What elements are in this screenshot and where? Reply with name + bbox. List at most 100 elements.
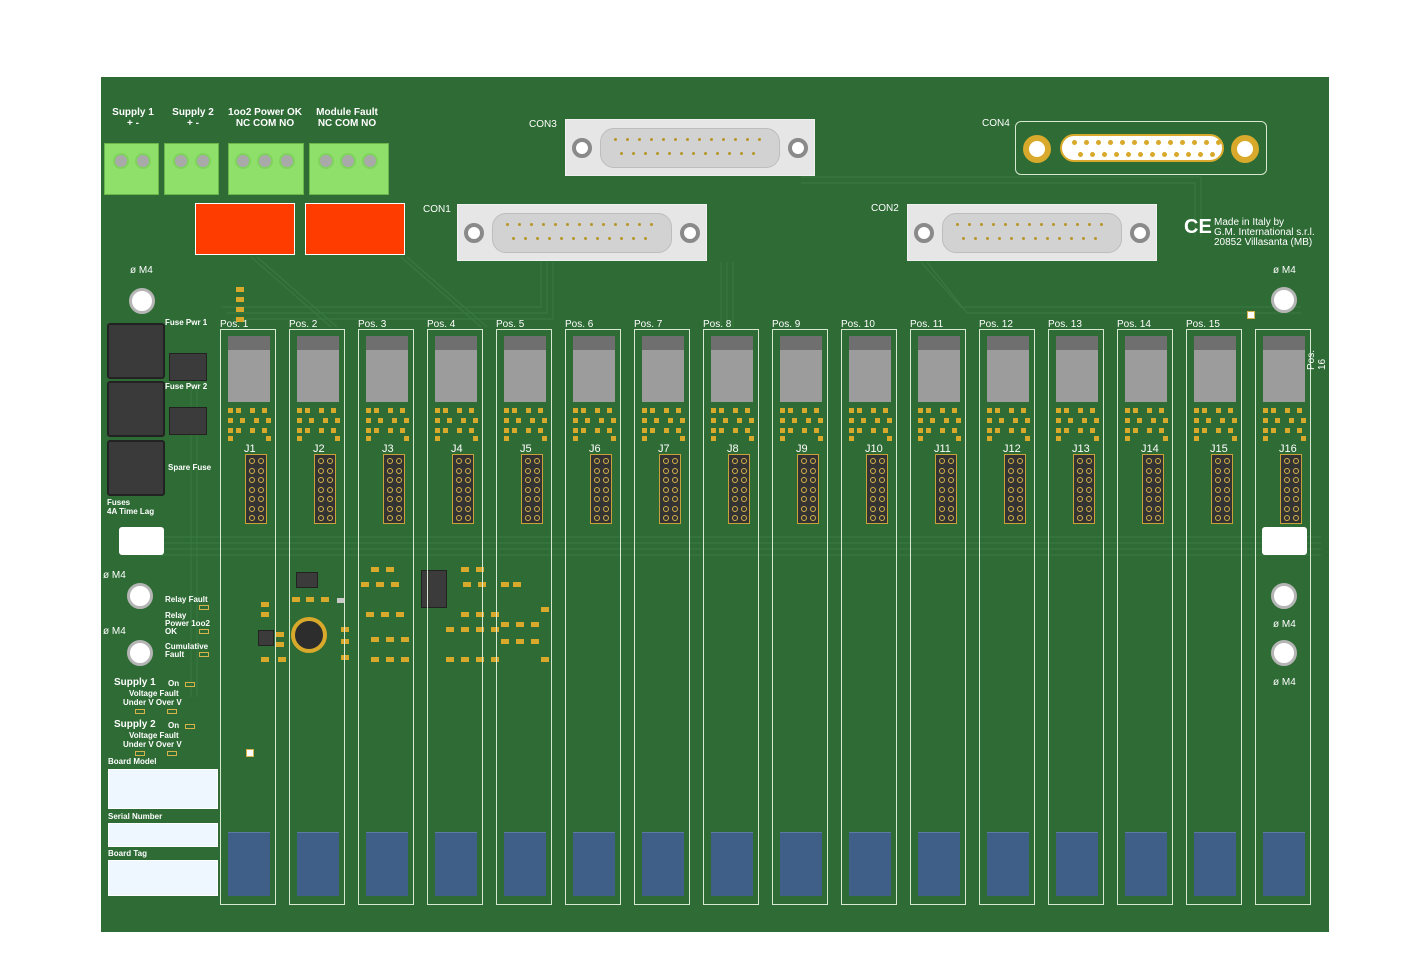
relay (228, 336, 270, 402)
on-label: On (168, 679, 180, 688)
spare-fuse-label: Spare Fuse (168, 463, 212, 472)
pin-header (1211, 454, 1233, 524)
supply2-title: Supply 2 (172, 107, 214, 118)
pin-header (935, 454, 957, 524)
module-slot: Pos. 12 J12 (979, 319, 1035, 905)
fuse-pwr1-label: Fuse Pwr 1 (165, 318, 208, 327)
led-indicator (199, 652, 209, 657)
con1-connector (457, 204, 707, 261)
module-slot: Pos. 8 J8 (703, 319, 759, 905)
led-indicator (185, 682, 195, 687)
serial-number-label: Serial Number (108, 812, 163, 821)
position-label: Pos. 4 (427, 319, 456, 330)
capacitor (780, 832, 822, 896)
pin-header (866, 454, 888, 524)
position-label: Pos. 14 (1117, 319, 1151, 330)
supply2-led-title: Supply 2 (114, 719, 156, 730)
position-label: Pos. 11 (910, 319, 944, 330)
relay (642, 336, 684, 402)
board-tag-label: Board Tag (108, 849, 147, 858)
con3-label: CON3 (529, 119, 557, 130)
module-slot: Pos. 1 J1 (220, 319, 276, 905)
relay (1194, 336, 1236, 402)
test-point (1247, 311, 1255, 319)
relay-power-ok (195, 203, 295, 255)
hole-label: ø M4 (103, 626, 126, 637)
relay (711, 336, 753, 402)
module-slot: Pos. 6 J6 (565, 319, 621, 905)
position-label: Pos. 9 (772, 319, 801, 330)
led-indicator (185, 724, 195, 729)
pin-header (1073, 454, 1095, 524)
pin-header (659, 454, 681, 524)
supply2-pins: + - (187, 118, 199, 129)
pin-header (797, 454, 819, 524)
screw-icon (572, 138, 592, 158)
module-slot: Pos. 7 J7 (634, 319, 690, 905)
pcb-board: Supply 1 + - Supply 2 + - 1oo2 Power OK … (101, 77, 1329, 932)
capacitor (987, 832, 1029, 896)
hole-label: ø M4 (103, 570, 126, 581)
pin-header (314, 454, 336, 524)
capacitor (711, 832, 753, 896)
relay (573, 336, 615, 402)
mounting-hole (127, 640, 153, 666)
pin-header (1280, 454, 1302, 524)
pin-header (590, 454, 612, 524)
position-label: Pos. 8 (703, 319, 732, 330)
voltage-fault-label: Voltage Fault (129, 689, 179, 698)
supply1-title: Supply 1 (112, 107, 154, 118)
module-slot: Pos. 2 J2 (289, 319, 345, 905)
con4-label: CON4 (982, 118, 1010, 129)
module-slot: Pos. 13 J13 (1048, 319, 1104, 905)
pin-header (245, 454, 267, 524)
pin-header (452, 454, 474, 524)
pin-header (1004, 454, 1026, 524)
relay (849, 336, 891, 402)
led-indicator (135, 709, 145, 714)
power-ok-title: 1oo2 Power OK (228, 107, 302, 118)
relay (780, 336, 822, 402)
module-fault-title: Module Fault (316, 107, 378, 118)
relay (1125, 336, 1167, 402)
capacitor (1194, 832, 1236, 896)
con4-connector (1015, 121, 1267, 175)
screw-icon (680, 223, 700, 243)
con3-connector (565, 119, 815, 176)
con2-connector (907, 204, 1157, 261)
screw-icon (464, 223, 484, 243)
module-fault-pins: NC COM NO (317, 118, 377, 129)
mounting-hole (1271, 287, 1297, 313)
con1-label: CON1 (423, 204, 451, 215)
position-label: Pos. 10 (841, 319, 875, 330)
position-label: Pos. 7 (634, 319, 663, 330)
con2-label: CON2 (871, 203, 899, 214)
pin-header (1142, 454, 1164, 524)
fuse-pwr2-label: Fuse Pwr 2 (165, 382, 208, 391)
hole-label: ø M4 (1273, 265, 1296, 276)
power-ok-terminal (228, 143, 304, 195)
pin-header (728, 454, 750, 524)
position-label: Pos. 2 (289, 319, 318, 330)
module-slot: Pos. 16 J16 (1255, 329, 1328, 905)
relay (297, 336, 339, 402)
fuses-rating: 4A Time Lag (107, 507, 155, 516)
fuse-chip (169, 353, 207, 381)
uv-ov-label: Under V Over V (123, 740, 182, 749)
relay (1263, 336, 1305, 402)
relay (366, 336, 408, 402)
cumulative-label-2: Fault (165, 650, 185, 659)
relay-module-fault (305, 203, 405, 255)
capacitor (573, 832, 615, 896)
hole-label: ø M4 (130, 265, 153, 276)
led-indicator (135, 751, 145, 756)
capacitor (1056, 832, 1098, 896)
fuses-title: Fuses (107, 498, 131, 507)
capacitor (297, 832, 339, 896)
uv-ov-label: Under V Over V (123, 698, 182, 707)
module-slot: Pos. 11 J11 (910, 319, 966, 905)
fuse-holder (107, 323, 165, 379)
board-model-field (108, 769, 218, 809)
board-tag-field (108, 860, 218, 896)
capacitor (849, 832, 891, 896)
